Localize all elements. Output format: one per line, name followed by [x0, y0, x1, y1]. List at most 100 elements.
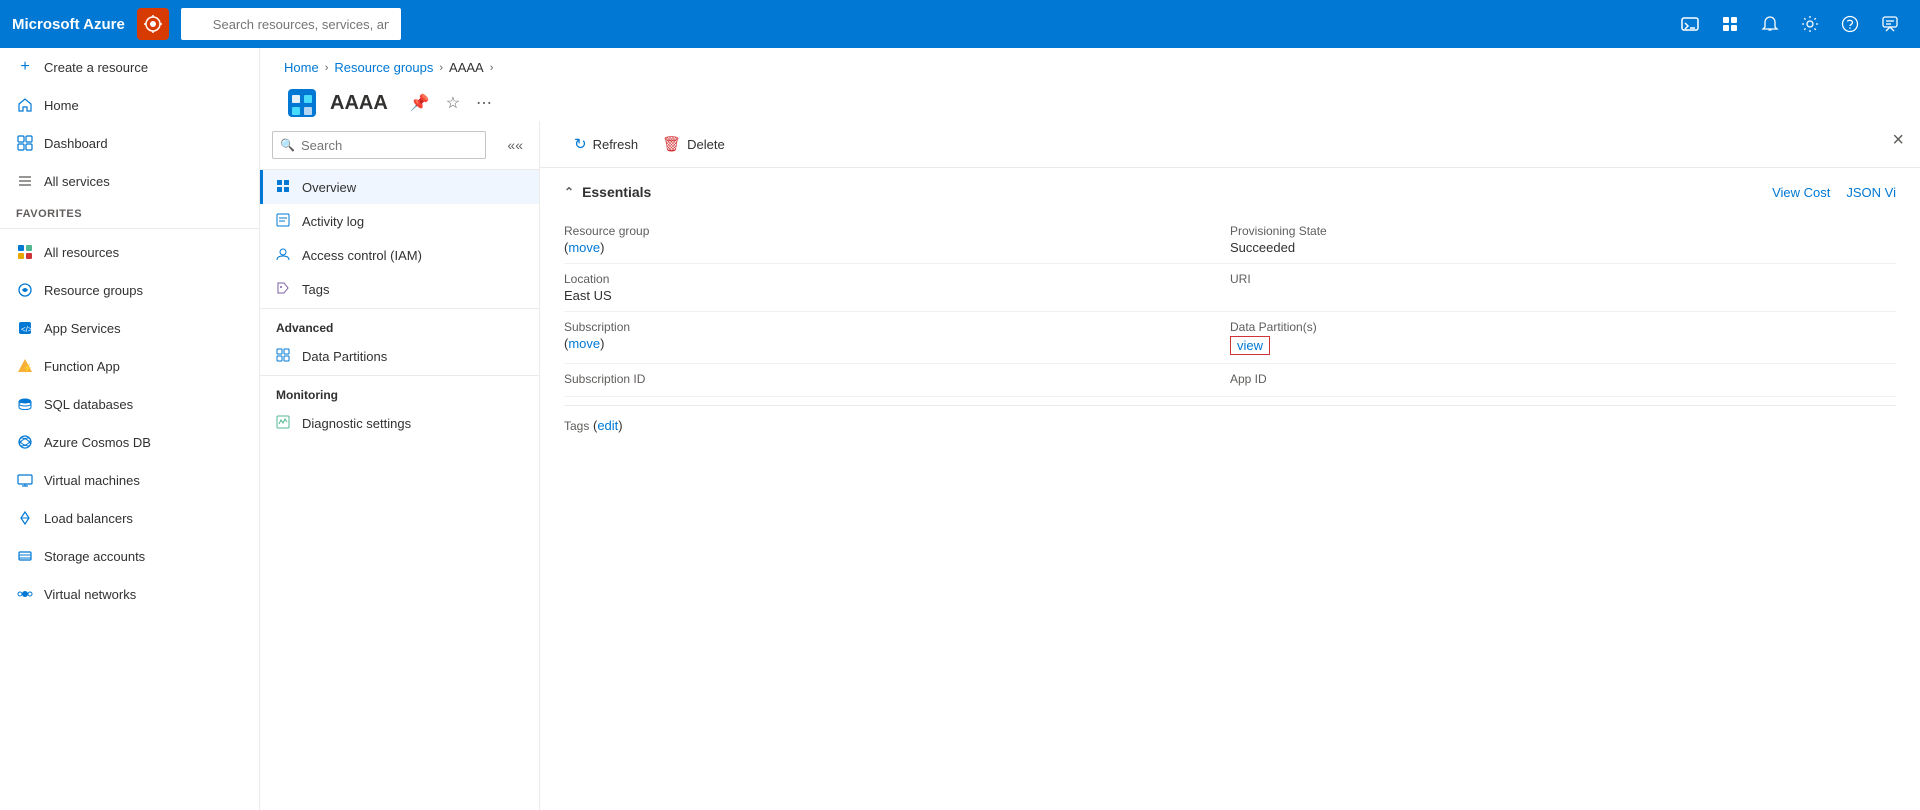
load-balancer-icon: [16, 509, 34, 527]
tags-value: (edit): [593, 418, 623, 433]
dashboard-icon: [16, 134, 34, 152]
monitoring-section-label: Monitoring: [260, 378, 539, 406]
sidebar-item-all-services[interactable]: All services: [0, 162, 259, 200]
delete-icon: 🗑: [662, 135, 681, 153]
breadcrumb-sep-3: ›: [490, 62, 494, 74]
topnav-actions: [1672, 6, 1908, 42]
sidebar-item-cosmos-db[interactable]: Azure Cosmos DB: [0, 423, 259, 461]
uri-label: URI: [1230, 272, 1896, 286]
create-resource-label: Create a resource: [44, 60, 148, 75]
json-view-link[interactable]: JSON Vi: [1846, 185, 1896, 200]
sidebar-item-function-app[interactable]: ⚡ Function App: [0, 347, 259, 385]
left-panel: 🔍 «« Overview: [260, 121, 540, 810]
essentials-section: ⌃ Essentials View Cost JSON Vi Resource …: [540, 168, 1920, 453]
brand-label: Microsoft Azure: [12, 16, 125, 33]
essentials-grid: Resource group (move) Provisioning State…: [564, 216, 1896, 397]
refresh-button[interactable]: ↻ Refresh: [564, 129, 648, 159]
cosmos-db-label: Azure Cosmos DB: [44, 435, 151, 450]
dp-view-link[interactable]: view: [1230, 336, 1270, 355]
tags-icon: [276, 281, 292, 297]
left-panel-search-input[interactable]: [272, 131, 486, 159]
more-options-icon[interactable]: ⋯: [472, 89, 496, 117]
panel-nav-overview[interactable]: Overview: [260, 170, 539, 204]
rg-move-link[interactable]: move: [568, 240, 600, 255]
monitoring-divider: [260, 375, 539, 376]
breadcrumb-current: AAAA: [449, 60, 484, 75]
panel-nav-tags[interactable]: Tags: [260, 272, 539, 306]
pin-icon[interactable]: 📌: [406, 89, 434, 117]
advanced-section-label: Advanced: [260, 311, 539, 339]
favorite-icon[interactable]: ☆: [442, 89, 464, 117]
diagnostic-settings-icon: [276, 415, 292, 431]
panel-nav-access-control[interactable]: Access control (IAM): [260, 238, 539, 272]
vm-icon: [16, 471, 34, 489]
panel-nav-data-partitions[interactable]: Data Partitions: [260, 339, 539, 373]
sidebar-item-app-services[interactable]: </> App Services: [0, 309, 259, 347]
sql-databases-label: SQL databases: [44, 397, 133, 412]
inner-layout: 🔍 «« Overview: [260, 121, 1920, 810]
tags-label-field: Tags: [564, 419, 589, 433]
all-resources-icon: [16, 243, 34, 261]
main-content: Home › Resource groups › AAAA › AAAA 📌 ☆…: [260, 48, 1920, 810]
access-control-label: Access control (IAM): [302, 248, 422, 263]
all-resources-label: All resources: [44, 245, 119, 260]
app-services-icon: </>: [16, 319, 34, 337]
sidebar-item-all-resources[interactable]: All resources: [0, 233, 259, 271]
essentials-location: Location East US: [564, 264, 1230, 312]
sidebar-item-resource-groups[interactable]: Resource groups: [0, 271, 259, 309]
breadcrumb-home[interactable]: Home: [284, 60, 319, 75]
notifications-icon[interactable]: [1752, 6, 1788, 42]
sub-label: Subscription: [564, 320, 1230, 334]
essentials-subscription-id: Subscription ID: [564, 364, 1230, 397]
topnav: Microsoft Azure 🔍: [0, 0, 1920, 48]
function-app-label: Function App: [44, 359, 120, 374]
resource-title: AAAA: [330, 92, 388, 115]
sql-icon: [16, 395, 34, 413]
tags-label: Tags: [302, 282, 329, 297]
cloud-shell-icon[interactable]: [1672, 6, 1708, 42]
rg-value: (move): [564, 240, 1230, 255]
panel-nav-diagnostic-settings[interactable]: Diagnostic settings: [260, 406, 539, 440]
location-label: Location: [564, 272, 1230, 286]
tags-edit-link[interactable]: edit: [597, 418, 618, 433]
feedback-icon[interactable]: [1872, 6, 1908, 42]
delete-button[interactable]: 🗑 Delete: [652, 129, 735, 159]
location-value: East US: [564, 288, 1230, 303]
directory-icon[interactable]: [1712, 6, 1748, 42]
global-search-wrap: 🔍: [181, 8, 861, 40]
settings-icon[interactable]: [1792, 6, 1828, 42]
sidebar-item-dashboard[interactable]: Dashboard: [0, 124, 259, 162]
sub-value: (move): [564, 336, 1230, 351]
essentials-provisioning-state: Provisioning State Succeeded: [1230, 216, 1896, 264]
view-cost-link[interactable]: View Cost: [1772, 185, 1830, 200]
prov-label: Provisioning State: [1230, 224, 1896, 238]
close-button[interactable]: ×: [1892, 129, 1904, 152]
sidebar-item-virtual-networks[interactable]: Virtual networks: [0, 575, 259, 613]
storage-icon: [16, 547, 34, 565]
sub-move-link[interactable]: move: [568, 336, 600, 351]
sidebar-item-load-balancers[interactable]: Load balancers: [0, 499, 259, 537]
sidebar-item-virtual-machines[interactable]: Virtual machines: [0, 461, 259, 499]
virtual-networks-label: Virtual networks: [44, 587, 136, 602]
sidebar-item-sql-databases[interactable]: SQL databases: [0, 385, 259, 423]
essentials-title-label: Essentials: [582, 184, 651, 200]
breadcrumb-resource-groups[interactable]: Resource groups: [334, 60, 433, 75]
azure-menu-icon[interactable]: [137, 8, 169, 40]
panel-nav-activity-log[interactable]: Activity log: [260, 204, 539, 238]
help-icon[interactable]: [1832, 6, 1868, 42]
sidebar-item-storage-accounts[interactable]: Storage accounts: [0, 537, 259, 575]
sidebar-item-create-resource[interactable]: + Create a resource: [0, 48, 259, 86]
essentials-tags-row: Tags (edit): [564, 414, 1896, 437]
sidebar-item-home[interactable]: Home: [0, 86, 259, 124]
left-panel-collapse-btn[interactable]: ««: [503, 135, 527, 155]
essentials-bottom-divider: [564, 405, 1896, 406]
resource-group-icon: [284, 85, 320, 121]
global-search-input[interactable]: [181, 8, 401, 40]
resource-groups-label: Resource groups: [44, 283, 143, 298]
essentials-app-id: App ID: [1230, 364, 1896, 397]
svg-text:⚡: ⚡: [23, 363, 33, 373]
essentials-chevron[interactable]: ⌃: [564, 185, 574, 199]
plus-icon: +: [16, 58, 34, 76]
subid-label: Subscription ID: [564, 372, 1230, 386]
all-services-label: All services: [44, 174, 110, 189]
